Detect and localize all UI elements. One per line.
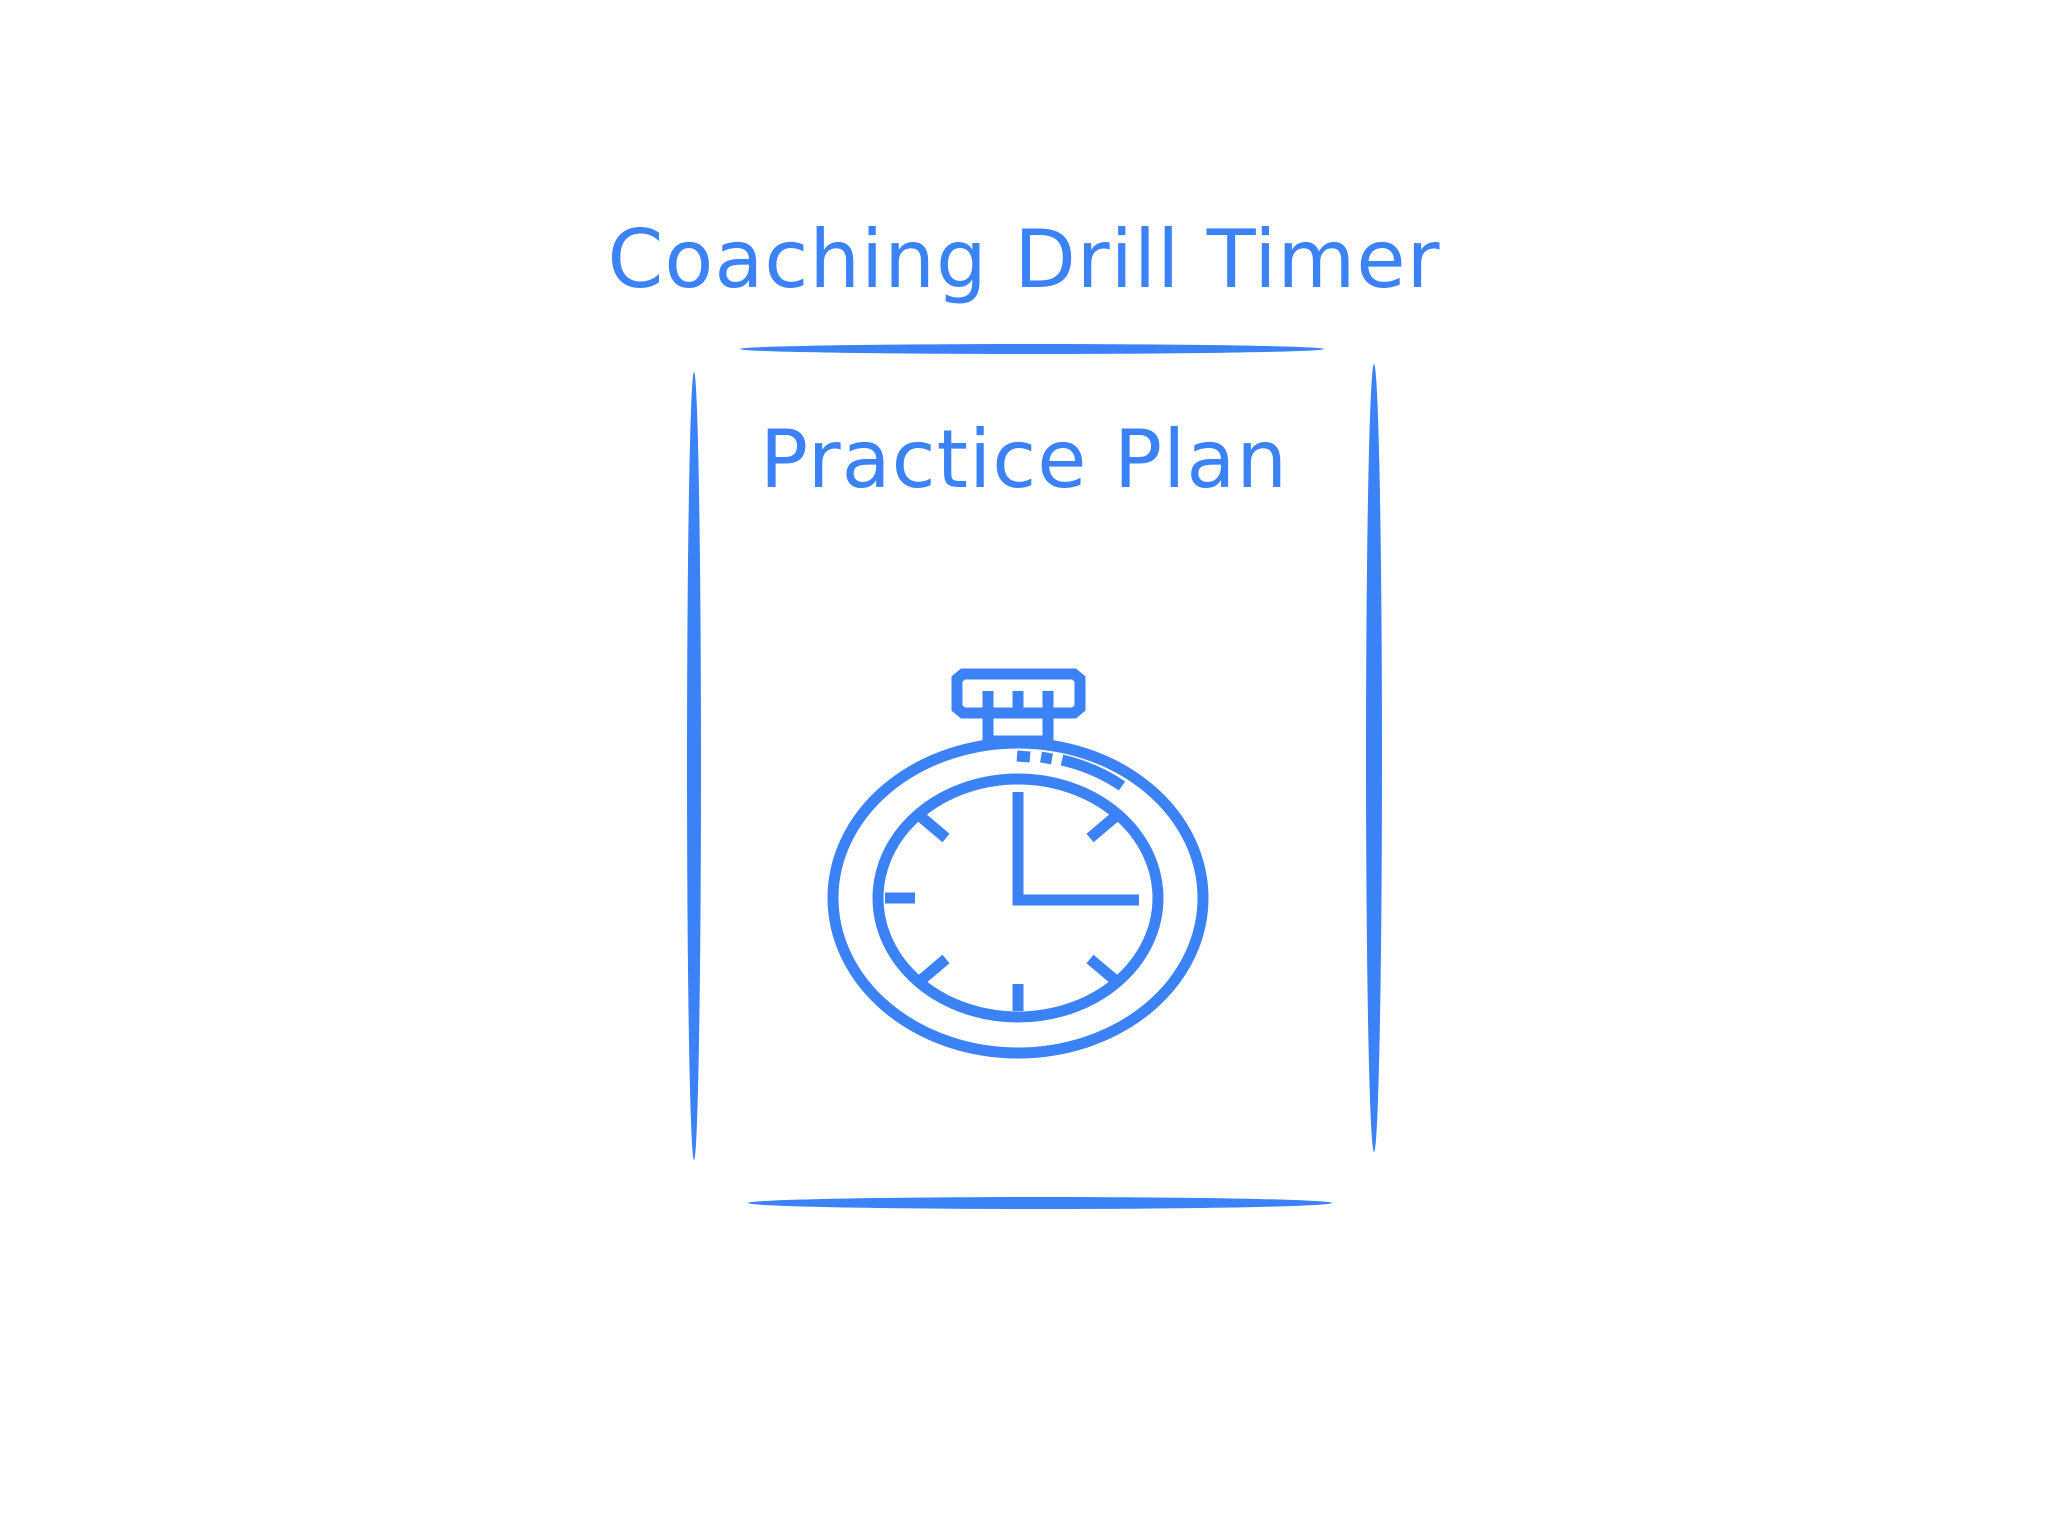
stopwatch-hands: [1012, 792, 1139, 906]
stopwatch-icon[interactable]: [820, 660, 1220, 1080]
frame-bottom-stroke: [748, 1197, 1332, 1209]
frame-top-stroke: [740, 344, 1324, 354]
card-title: Practice Plan: [759, 413, 1289, 506]
